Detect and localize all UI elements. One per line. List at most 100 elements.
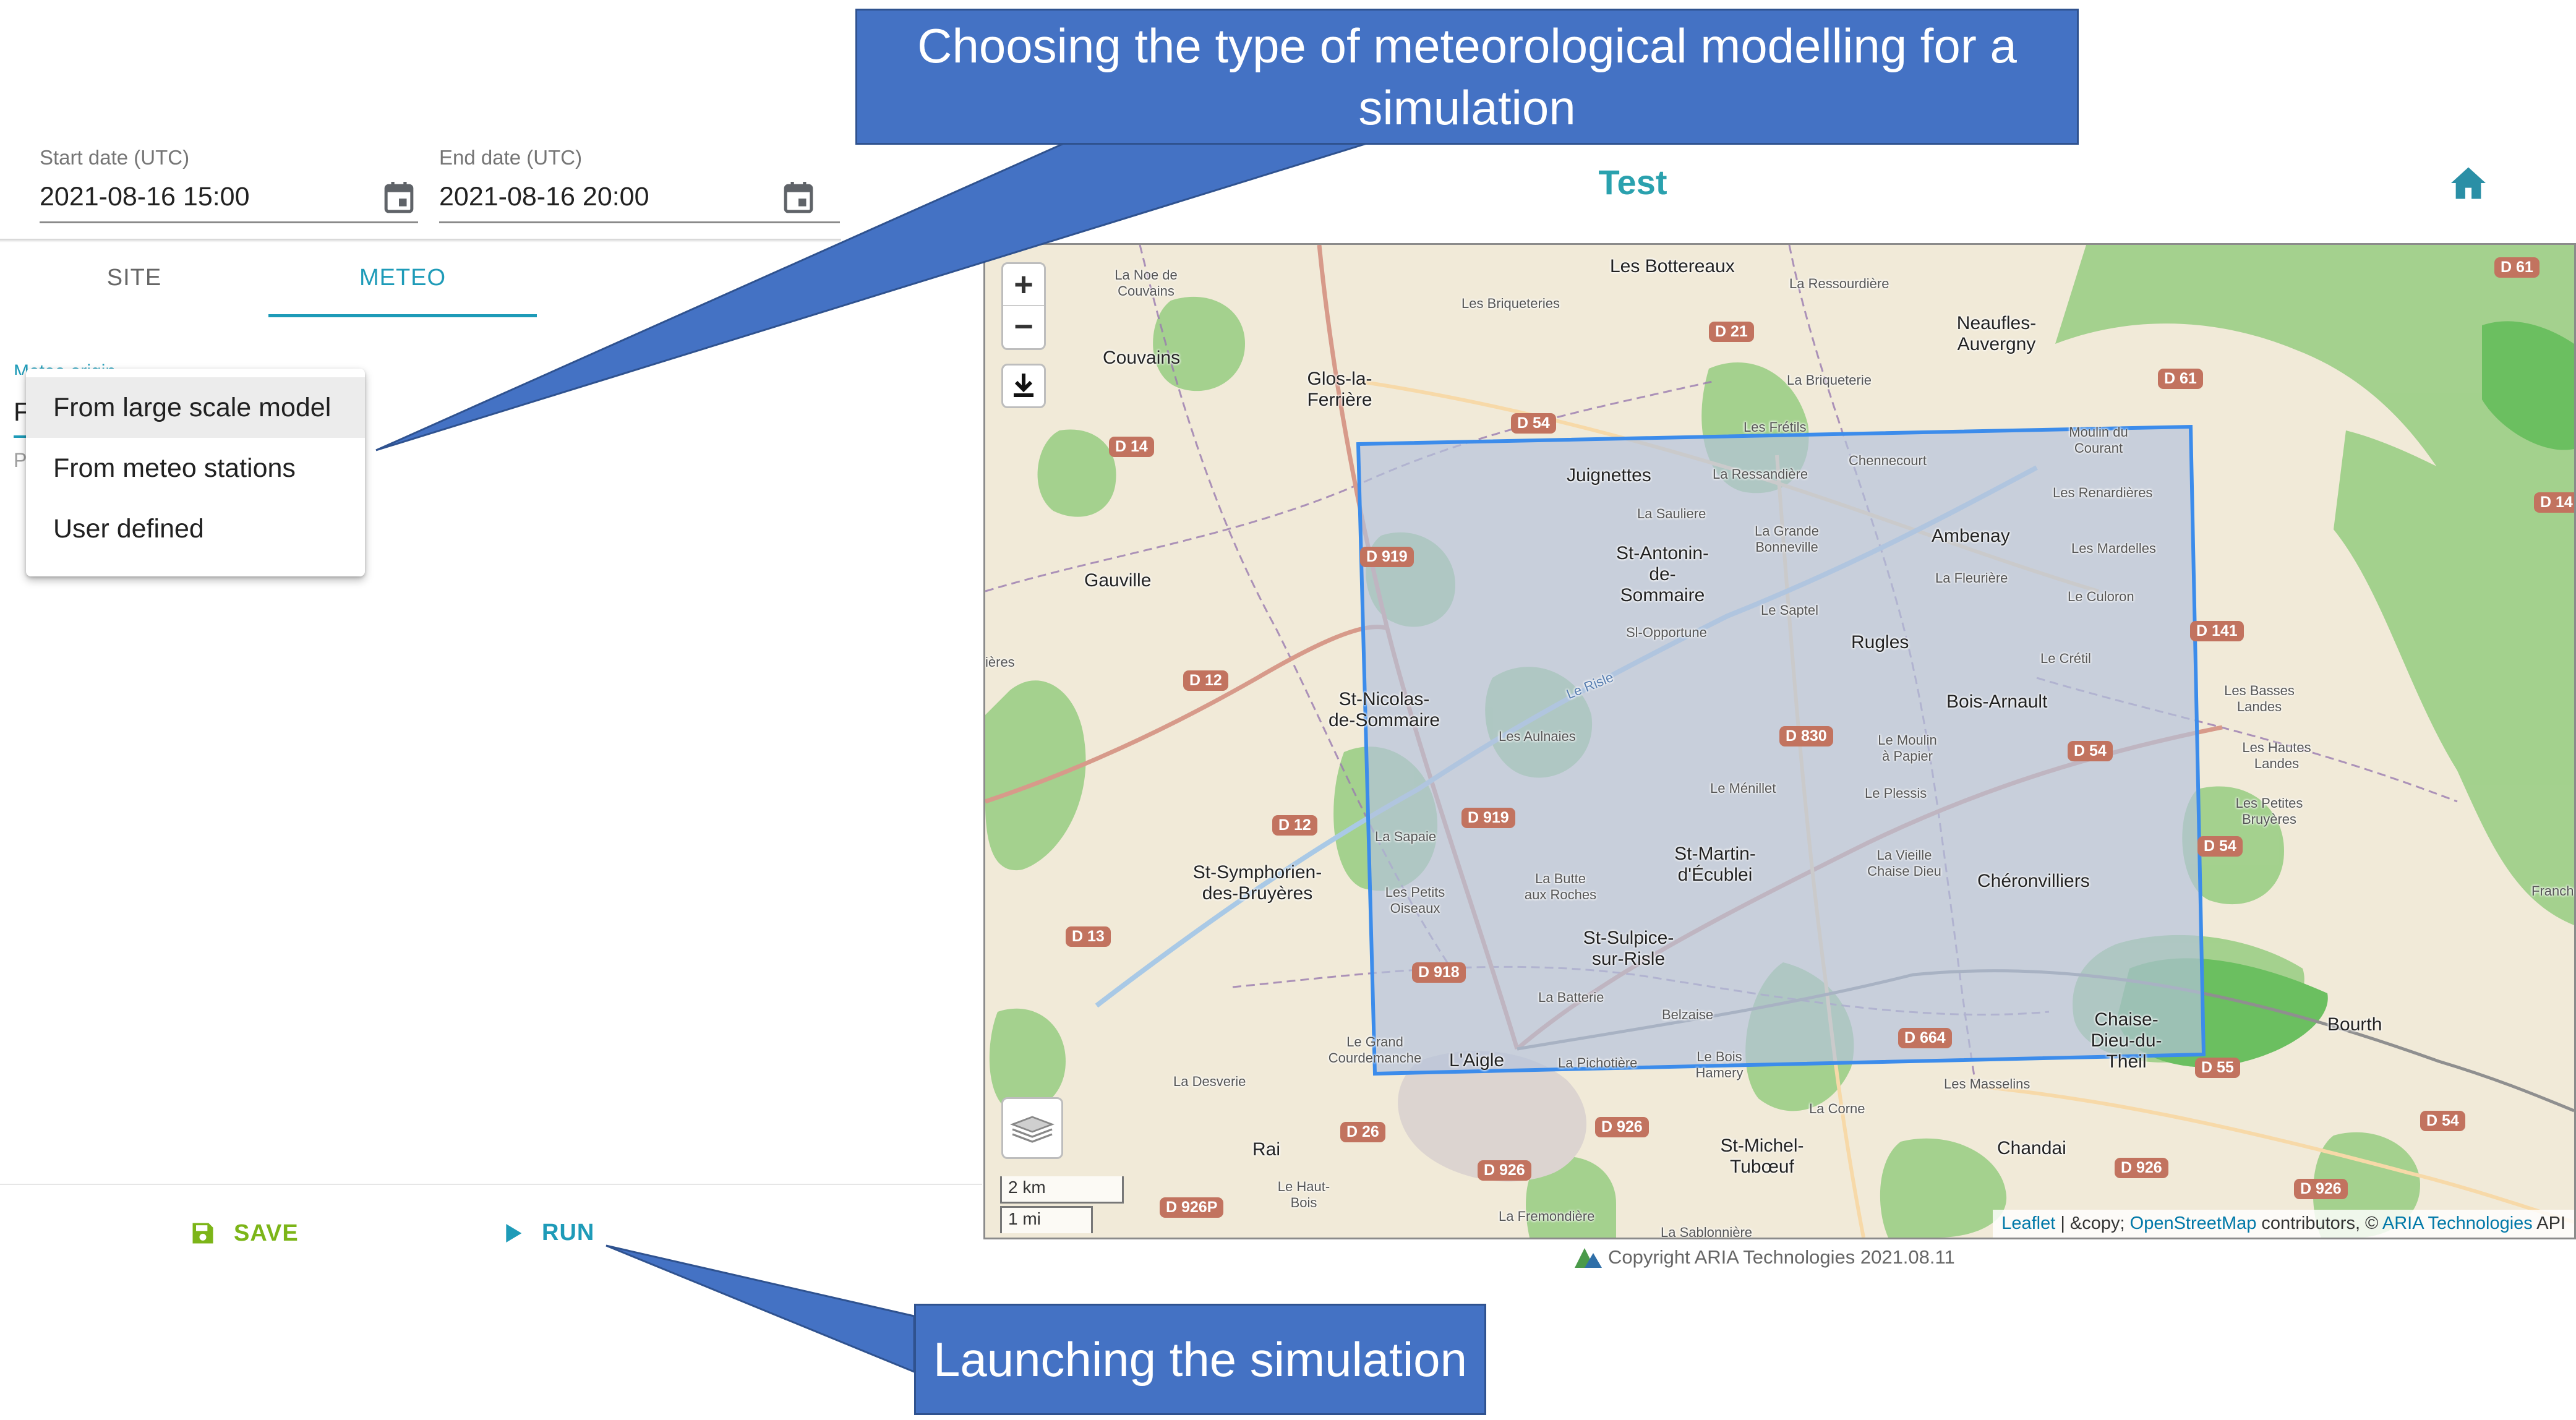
map-place-label: Le Bois Hamery [1695, 1049, 1744, 1080]
map-place-label: St-Antonin-de-Sommaire [1615, 543, 1709, 605]
road-label: D 54 [1511, 413, 1556, 434]
map-place-label: Bois-Arnault [1946, 691, 2048, 712]
map-place-label: L'Aigle [1449, 1050, 1505, 1071]
map-place-label: Juignettes [1567, 465, 1651, 485]
callout-launch: Launching the simulation [914, 1304, 1486, 1415]
road-label: D 12 [1272, 815, 1317, 836]
map-place-label: Chennecourt [1849, 453, 1927, 468]
map-place-label: St-Martin-d'Écublei [1674, 844, 1756, 885]
map-place-label: La Grande Bonneville [1755, 523, 1819, 555]
option-user-defined[interactable]: User defined [26, 498, 365, 559]
map-place-label: Le Grand Courdemanche [1328, 1034, 1422, 1066]
attr-sep: | &copy; [2055, 1213, 2130, 1233]
header-divider [0, 239, 841, 242]
map-view[interactable]: + − 2 km 1 mi Leaflet | &copy; OpenStree… [983, 243, 2576, 1239]
map-place-label: La Noe de Couvains [1115, 267, 1178, 299]
option-large-scale-model[interactable]: From large scale model [26, 377, 365, 438]
map-place-label: Chéronvilliers [1977, 871, 2090, 891]
road-label: D 919 [1461, 808, 1515, 828]
road-label: D 26 [1340, 1122, 1385, 1142]
aria-logo-icon [1575, 1248, 1602, 1268]
map-place-label: Le Moulin à Papier [1878, 732, 1937, 764]
end-date-input[interactable]: 2021-08-16 20:00 [439, 182, 649, 212]
map-place-label: Couvains [1103, 348, 1181, 368]
copyright-text: Copyright ARIA Technologies 2021.08.11 [1608, 1246, 1955, 1268]
map-place-label: La Briqueterie [1787, 372, 1872, 388]
map-place-label: ières [985, 654, 1015, 670]
attr-api: API [2532, 1213, 2565, 1233]
road-label: D 664 [1898, 1028, 1952, 1048]
map-place-label: Moulin du Courant [2069, 424, 2128, 456]
meteo-field-fragment: P [14, 449, 27, 471]
tab-site[interactable]: SITE [0, 265, 268, 291]
start-date-underline [40, 221, 418, 223]
end-date-underline [439, 221, 840, 223]
map-place-label: Les Frétils [1744, 419, 1807, 435]
map-place-label: Neaufles-Auvergny [1956, 313, 2037, 354]
start-date-input[interactable]: 2021-08-16 15:00 [40, 182, 250, 212]
map-place-label: La Sapaie [1375, 829, 1437, 844]
end-date-label: End date (UTC) [439, 146, 583, 169]
map-place-label: Chaise-Dieu-du-Theil [2090, 1009, 2162, 1072]
layers-button[interactable] [1001, 1097, 1063, 1159]
map-place-label: Les Renardières [2053, 485, 2153, 500]
road-label: D 926 [1478, 1160, 1531, 1181]
page-title: Test [1598, 163, 1667, 202]
attr-contrib: contributors, © [2256, 1213, 2382, 1233]
map-place-label: Sl-Opportune [1626, 625, 1707, 640]
map-place-label: La Sauliere [1637, 506, 1706, 521]
tab-meteo[interactable]: METEO [268, 265, 537, 291]
map-place-label: Le Haut-Bois [1277, 1179, 1330, 1210]
map-place-label: La Vieille Chaise Dieu [1867, 847, 1941, 879]
map-place-label: La Butte aux Roches [1524, 871, 1597, 902]
map-place-label: Chandai [1997, 1138, 2066, 1158]
map-place-label: St-Sulpice-sur-Risle [1583, 928, 1674, 969]
map-place-label: Rugles [1851, 632, 1909, 652]
option-meteo-stations[interactable]: From meteo stations [26, 438, 365, 498]
map-place-label: La Fleurière [1935, 570, 2008, 586]
road-label: D 61 [2494, 257, 2540, 278]
road-label: D 830 [1779, 726, 1833, 746]
download-icon [1014, 374, 1033, 397]
map-place-label: Les Aulnaies [1499, 729, 1576, 744]
road-label: D 12 [1183, 670, 1228, 691]
map-place-label: Belzaise [1662, 1007, 1714, 1022]
callout-bottom-arrow [605, 1244, 915, 1374]
map-place-label: Le Plessis [1865, 785, 1927, 801]
map-place-label: Glos-la-Ferrière [1307, 369, 1372, 410]
calendar-icon[interactable] [383, 180, 414, 215]
download-button[interactable] [1001, 364, 1046, 408]
road-label: D 14 [2534, 492, 2574, 513]
home-icon[interactable] [2449, 166, 2488, 200]
zoom-out-button[interactable]: − [1003, 306, 1044, 347]
osm-link[interactable]: OpenStreetMap [2130, 1213, 2257, 1233]
road-label: D 918 [1412, 962, 1466, 983]
map-place-label: Les Bottereaux [1610, 256, 1735, 276]
run-button[interactable]: RUN [502, 1220, 594, 1246]
play-icon [506, 1223, 522, 1242]
road-label: D 54 [2197, 836, 2243, 857]
road-label: D 54 [2068, 741, 2113, 761]
save-label: SAVE [234, 1220, 299, 1246]
road-label: D 919 [1360, 547, 1414, 567]
aria-link[interactable]: ARIA Technologies [2382, 1213, 2533, 1233]
callout-meteo-modelling: Choosing the type of meteorological mode… [855, 9, 2079, 145]
map-place-label: Les Mardelles [2071, 541, 2156, 556]
map-place-label: St-Nicolas-de-Sommaire [1328, 689, 1440, 730]
leaflet-link[interactable]: Leaflet [2001, 1213, 2055, 1233]
road-label: D 13 [1066, 926, 1111, 947]
zoom-in-button[interactable]: + [1003, 264, 1044, 305]
zoom-control: + − [1001, 262, 1046, 350]
map-place-label: La Pichotière [1558, 1055, 1638, 1071]
map-place-label: La Desverie [1173, 1074, 1246, 1089]
save-button[interactable]: SAVE [189, 1220, 299, 1247]
road-label: D 61 [2158, 369, 2203, 389]
road-label: D 21 [1709, 322, 1754, 342]
calendar-icon[interactable] [783, 180, 814, 215]
map-place-label: Les Basses Landes [2224, 683, 2295, 714]
road-label: D 926 [2294, 1179, 2348, 1199]
road-label: D 926P [1160, 1197, 1224, 1218]
map-place-label: La Ressourdière [1789, 276, 1889, 291]
map-place-label: La Ressandière [1713, 466, 1808, 482]
road-label: D 54 [2420, 1111, 2465, 1131]
